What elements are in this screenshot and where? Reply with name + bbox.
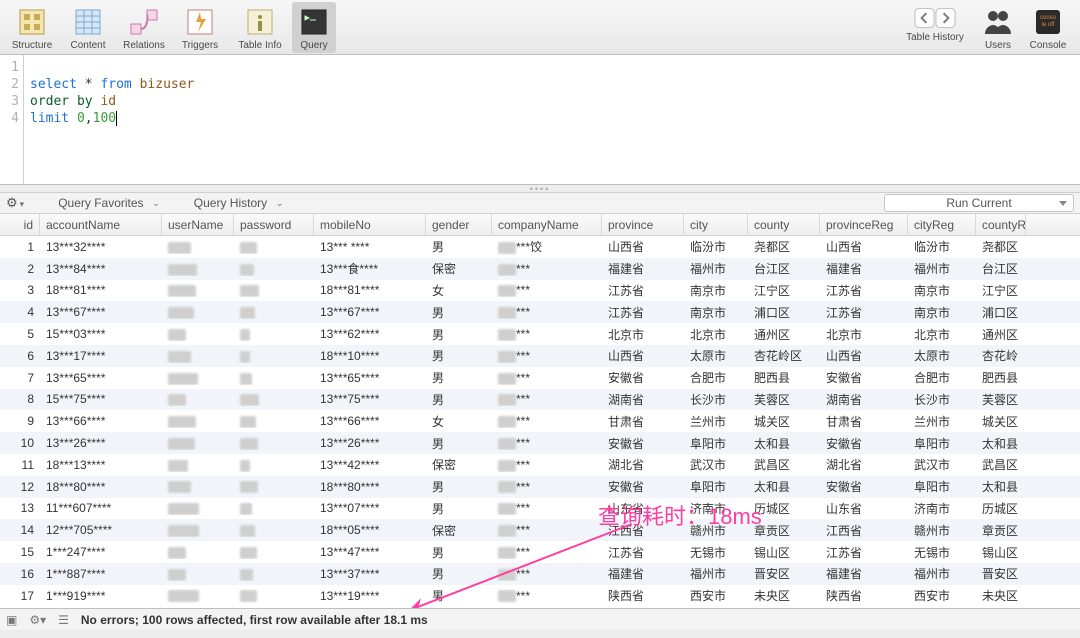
table-row[interactable]: 16 1***887**** xx x 13***37**** 男 xx*** … [0, 563, 1080, 585]
editor-code[interactable]: select * from bizuser order by id limit … [24, 55, 200, 184]
svg-text:conso: conso [1040, 15, 1057, 21]
triggers-icon [184, 6, 216, 38]
structure-button[interactable]: Structure [4, 2, 60, 53]
col-mobileNo[interactable]: mobileNo [314, 214, 426, 236]
col-password[interactable]: password [234, 214, 314, 236]
table-row[interactable]: 2 13***84**** xx x 13***食**** 保密 xx*** 福… [0, 258, 1080, 280]
results-grid: id accountName userName password mobileN… [0, 214, 1080, 608]
users-button[interactable]: Users [976, 2, 1020, 53]
console-icon: console off [1032, 6, 1064, 38]
col-gender[interactable]: gender [426, 214, 492, 236]
content-icon [72, 6, 104, 38]
status-text: No errors; 100 rows affected, first row … [81, 613, 428, 627]
query-options-bar: ⚙︎▾ Query Favorites ⌄ Query History ⌄ Ru… [0, 192, 1080, 214]
toolbar-right: Table History Users console off Console [894, 2, 1076, 53]
editor-gutter: 1 2 3 4 [0, 55, 24, 184]
col-provinceReg[interactable]: provinceReg [820, 214, 908, 236]
table-row[interactable]: 14 12***705**** xx x 18***05**** 保密 xx**… [0, 519, 1080, 541]
tableinfo-icon [244, 6, 276, 38]
panel-toggle-icon[interactable]: ▣ [6, 613, 17, 627]
col-cityReg[interactable]: cityReg [908, 214, 976, 236]
status-tree-icon[interactable]: ☰ [58, 613, 69, 627]
triggers-button[interactable]: Triggers [172, 2, 228, 53]
col-province[interactable]: province [602, 214, 684, 236]
col-county[interactable]: county [748, 214, 820, 236]
users-icon [982, 6, 1014, 38]
col-id[interactable]: id [0, 214, 40, 236]
table-row[interactable]: 17 1***919**** xx x 13***19**** 男 xx*** … [0, 585, 1080, 607]
col-accountName[interactable]: accountName [40, 214, 162, 236]
table-row[interactable]: 5 15***03**** xx x 13***62**** 男 xx*** 北… [0, 323, 1080, 345]
toolbar-left: Structure Content Relations Triggers Tab… [4, 2, 336, 53]
svg-text:le off: le off [1042, 22, 1055, 28]
query-icon [298, 6, 330, 38]
col-companyName[interactable]: companyName [492, 214, 602, 236]
tablehistory-button[interactable]: Table History [894, 2, 976, 53]
query-favorites-menu[interactable]: Query Favorites ⌄ [58, 196, 160, 210]
table-row[interactable]: 8 15***75**** xx x 13***75**** 男 xx*** 湖… [0, 389, 1080, 411]
col-city[interactable]: city [684, 214, 748, 236]
col-userName[interactable]: userName [162, 214, 234, 236]
relations-icon [128, 6, 160, 38]
pane-divider[interactable]: •••• [0, 185, 1080, 192]
console-button[interactable]: console off Console [1020, 2, 1076, 53]
table-row[interactable]: 15 1***247**** xx x 13***47**** 男 xx*** … [0, 541, 1080, 563]
table-row[interactable]: 9 13***66**** xx x 13***66**** 女 xx*** 甘… [0, 410, 1080, 432]
history-nav-icon [914, 6, 956, 30]
tableinfo-button[interactable]: Table Info [228, 2, 292, 53]
query-history-menu[interactable]: Query History ⌄ [194, 196, 284, 210]
status-bar: ▣ ⚙︎▾ ☰ No errors; 100 rows affected, fi… [0, 608, 1080, 630]
col-countyReg[interactable]: countyR [976, 214, 1026, 236]
status-gear-icon[interactable]: ⚙︎▾ [29, 613, 46, 627]
query-button[interactable]: Query [292, 2, 336, 53]
structure-icon [16, 6, 48, 38]
table-row[interactable]: 4 13***67**** xx x 13***67**** 男 xx*** 江… [0, 301, 1080, 323]
table-row[interactable]: 12 18***80**** xx x 18***80**** 男 xx*** … [0, 476, 1080, 498]
table-row[interactable]: 7 13***65**** xx x 13***65**** 男 xx*** 安… [0, 367, 1080, 389]
relations-button[interactable]: Relations [116, 2, 172, 53]
table-row[interactable]: 3 18***81**** xx x 18***81**** 女 xx*** 江… [0, 280, 1080, 302]
main-toolbar: Structure Content Relations Triggers Tab… [0, 0, 1080, 55]
results-header: id accountName userName password mobileN… [0, 214, 1080, 236]
sql-editor[interactable]: 1 2 3 4 select * from bizuser order by i… [0, 55, 1080, 185]
results-body: 1 13***32**** xx x 13*** **** 男 xx***饺 山… [0, 236, 1080, 607]
content-button[interactable]: Content [60, 2, 116, 53]
table-row[interactable]: 10 13***26**** xx x 13***26**** 男 xx*** … [0, 432, 1080, 454]
gear-icon[interactable]: ⚙︎▾ [6, 195, 24, 211]
run-button[interactable]: Run Current [884, 194, 1074, 212]
table-row[interactable]: 13 11***607**** xx x 13***07**** 男 xx***… [0, 498, 1080, 520]
table-row[interactable]: 1 13***32**** xx x 13*** **** 男 xx***饺 山… [0, 236, 1080, 258]
table-row[interactable]: 6 13***17**** xx x 18***10**** 男 xx*** 山… [0, 345, 1080, 367]
table-row[interactable]: 11 18***13**** xx x 13***42**** 保密 xx***… [0, 454, 1080, 476]
